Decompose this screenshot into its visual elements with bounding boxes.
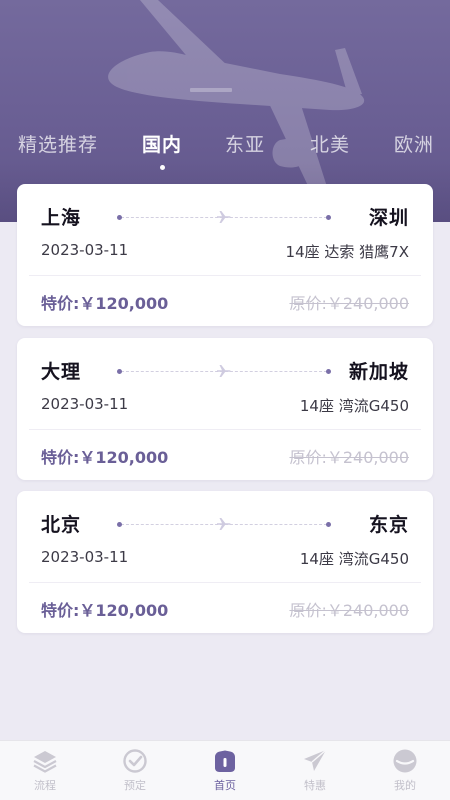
departure-city: 大理 <box>41 361 82 383</box>
tabbar-item-process[interactable]: 流程 <box>0 741 90 800</box>
plane-icon <box>217 365 231 377</box>
tab-north-america[interactable]: 北美 <box>310 130 350 157</box>
departure-city: 北京 <box>41 514 82 536</box>
tabbar-item-home[interactable]: 首页 <box>180 741 270 800</box>
home-icon <box>215 750 235 772</box>
airplane-background-image <box>108 0 365 190</box>
special-price: 特价:￥120,000 <box>41 294 169 313</box>
tab-domestic[interactable]: 国内 <box>142 130 183 170</box>
route-start-dot <box>117 215 122 220</box>
flight-date: 2023-03-11 <box>41 241 129 259</box>
tabbar-item-booking[interactable]: 预定 <box>90 741 180 800</box>
card-divider <box>29 275 421 276</box>
tabbar-label: 预定 <box>124 779 146 792</box>
flight-card[interactable]: 北京 东京 2023-03-11 14座 湾流G450 特价:￥120,000 … <box>17 491 433 633</box>
tabbar-label: 首页 <box>214 779 236 792</box>
route-end-dot <box>326 369 331 374</box>
seats-aircraft: 14座 湾流G450 <box>299 397 409 415</box>
arrival-city: 深圳 <box>368 207 409 229</box>
tabbar-item-mine[interactable]: 我的 <box>360 741 450 800</box>
destination-tabs: 精选推荐 国内 东亚 北美 欧洲 <box>0 130 450 176</box>
layers-icon <box>33 751 57 773</box>
smile-face-icon <box>393 749 417 773</box>
paper-plane-icon <box>304 749 327 771</box>
route-start-dot <box>117 369 122 374</box>
tabbar-label: 我的 <box>394 779 416 792</box>
special-price: 特价:￥120,000 <box>41 601 169 620</box>
original-price: 原价:￥240,000 <box>289 601 409 620</box>
route-end-dot <box>326 215 331 220</box>
seats-aircraft: 14座 湾流G450 <box>299 550 409 568</box>
arrival-city: 新加坡 <box>348 361 409 383</box>
plane-icon <box>217 211 231 223</box>
original-price: 原价:￥240,000 <box>289 448 409 467</box>
card-divider <box>29 429 421 430</box>
plane-icon <box>217 518 231 530</box>
tab-domestic-label: 国内 <box>142 134 183 156</box>
active-tab-indicator <box>160 165 165 170</box>
bottom-tab-bar: 流程 预定 首页 特惠 我的 <box>0 740 450 800</box>
arrival-city: 东京 <box>368 514 409 536</box>
tabbar-label: 特惠 <box>304 779 326 792</box>
tabbar-label: 流程 <box>34 779 56 792</box>
tabbar-item-deals[interactable]: 特惠 <box>270 741 360 800</box>
original-price: 原价:￥240,000 <box>289 294 409 313</box>
check-circle-icon <box>123 749 147 773</box>
tab-featured[interactable]: 精选推荐 <box>18 130 98 157</box>
route-start-dot <box>117 522 122 527</box>
tab-europe[interactable]: 欧洲 <box>394 130 434 157</box>
route-line <box>117 211 331 223</box>
route-line <box>117 518 331 530</box>
flight-date: 2023-03-11 <box>41 548 129 566</box>
seats-aircraft: 14座 达索 猎鹰7X <box>285 243 409 261</box>
special-price: 特价:￥120,000 <box>41 448 169 467</box>
flight-card[interactable]: 大理 新加坡 2023-03-11 14座 湾流G450 特价:￥120,000… <box>17 338 433 480</box>
departure-city: 上海 <box>41 207 82 229</box>
card-divider <box>29 582 421 583</box>
tab-east-asia[interactable]: 东亚 <box>225 130 265 157</box>
route-end-dot <box>326 522 331 527</box>
flight-card[interactable]: 上海 深圳 2023-03-11 14座 达索 猎鹰7X 特价:￥120,000… <box>17 184 433 326</box>
route-line <box>117 365 331 377</box>
flight-date: 2023-03-11 <box>41 395 129 413</box>
